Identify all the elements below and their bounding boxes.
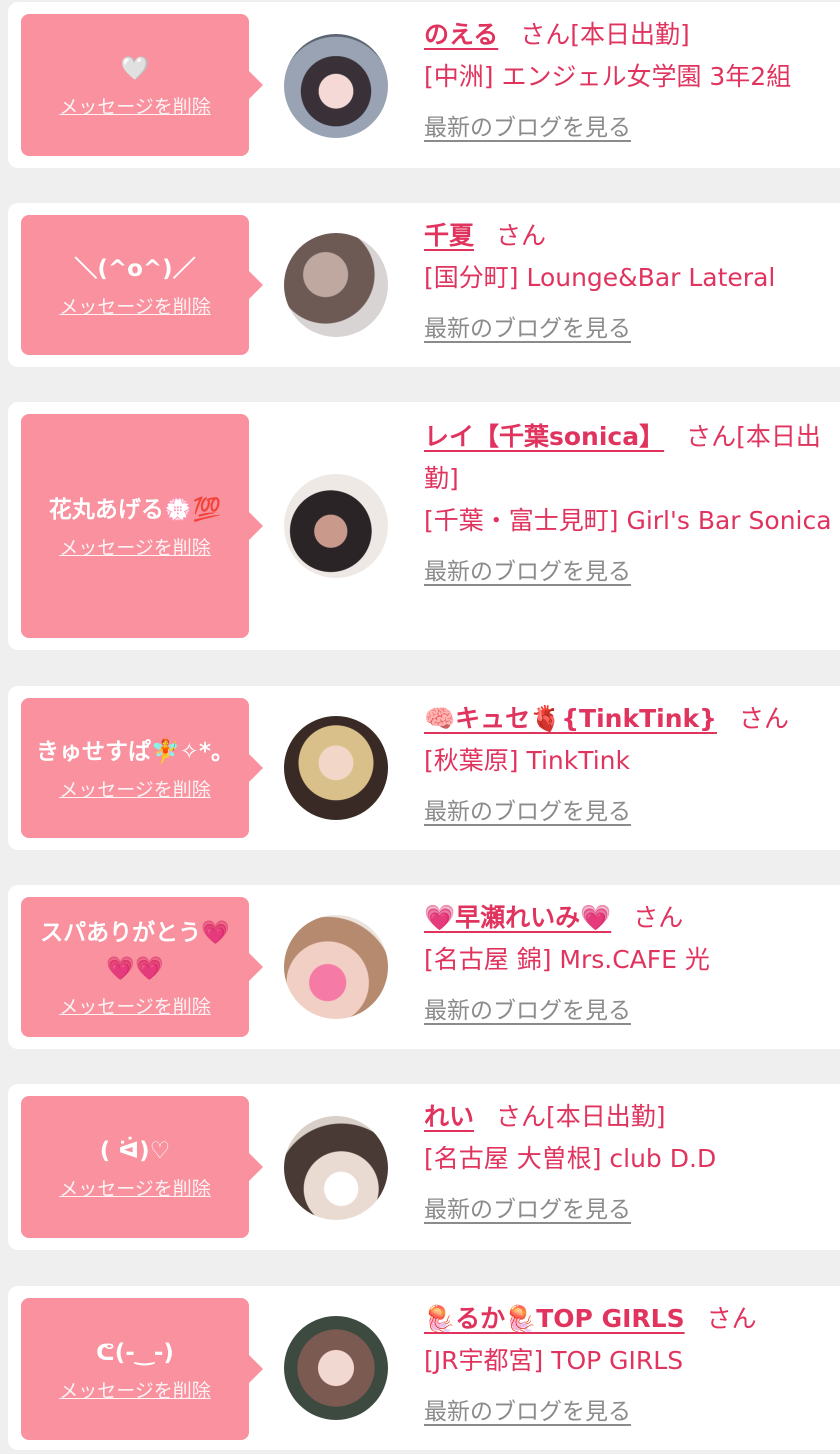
avatar[interactable] (284, 474, 388, 578)
list-item: 🤍 メッセージを削除 のえる さん[本日出勤] [中洲] エンジェル女学園 3年2… (8, 2, 840, 168)
shop-name: [秋葉原] TinkTink (424, 746, 630, 775)
avatar[interactable] (284, 1116, 388, 1220)
list-item: ＼(^o^)／ メッセージを削除 千夏 さん [国分町] Lounge&Bar L… (8, 203, 840, 367)
delete-message-link[interactable]: メッセージを削除 (59, 295, 211, 319)
list-item: きゅせすぱ🧚✧*。 メッセージを削除 🧠キュセ🫀{TinkTink} さん [秋葉… (8, 686, 840, 850)
girl-name-link[interactable]: レイ【千葉sonica】 (424, 422, 664, 451)
list-item: ᕦ(-‿-) メッセージを削除 🪼るか🪼TOP GIRLS さん [JR宇都宮] … (8, 1286, 840, 1450)
shop-name: [国分町] Lounge&Bar Lateral (424, 263, 776, 292)
honorific-status: さん (706, 1304, 757, 1333)
honorific-status: さん (633, 903, 684, 932)
avatar[interactable] (284, 1316, 388, 1420)
delete-message-link[interactable]: メッセージを削除 (59, 95, 211, 119)
girl-name-link[interactable]: 💗早瀬れいみ💗 (424, 903, 611, 932)
shop-name: [名古屋 錦] Mrs.CAFE 光 (424, 945, 710, 974)
girl-name-link[interactable]: のえる (424, 20, 498, 49)
girl-name-link[interactable]: 🧠キュセ🫀{TinkTink} (424, 704, 717, 733)
delete-message-link[interactable]: メッセージを削除 (59, 536, 211, 560)
honorific-status: さん (496, 221, 547, 250)
message-text: きゅせすぱ🧚✧*。 (36, 739, 234, 765)
honorific-status: さん[本日出勤] (496, 1102, 666, 1131)
latest-blog-link[interactable]: 最新のブログを見る (424, 108, 631, 142)
girl-name-link[interactable]: 千夏 (424, 221, 474, 250)
message-list: 🤍 メッセージを削除 のえる さん[本日出勤] [中洲] エンジェル女学園 3年2… (0, 0, 840, 1454)
shop-name: [名古屋 大曽根] club D.D (424, 1144, 717, 1173)
message-bubble: スパありがとう💗💗💗 メッセージを削除 (21, 897, 263, 1037)
message-text: 🤍 (120, 56, 150, 82)
latest-blog-link[interactable]: 最新のブログを見る (424, 1392, 631, 1426)
shop-name: [中洲] エンジェル女学園 3年2組 (424, 62, 792, 91)
message-text: 花丸あげる💮💯 (48, 497, 222, 523)
message-bubble: 🤍 メッセージを削除 (21, 14, 263, 156)
delete-message-link[interactable]: メッセージを削除 (59, 778, 211, 802)
list-item: 花丸あげる💮💯 メッセージを削除 レイ【千葉sonica】 さん[本日出勤] [千… (8, 402, 840, 650)
latest-blog-link[interactable]: 最新のブログを見る (424, 552, 631, 586)
latest-blog-link[interactable]: 最新のブログを見る (424, 991, 631, 1025)
latest-blog-link[interactable]: 最新のブログを見る (424, 309, 631, 343)
shop-name: [JR宇都宮] TOP GIRLS (424, 1346, 684, 1375)
message-bubble: ( ᐛ)♡ メッセージを削除 (21, 1096, 263, 1238)
message-text: スパありがとう💗💗💗 (40, 920, 230, 982)
delete-message-link[interactable]: メッセージを削除 (59, 995, 211, 1019)
message-bubble: ᕦ(-‿-) メッセージを削除 (21, 1298, 263, 1440)
girl-name-link[interactable]: 🪼るか🪼TOP GIRLS (424, 1304, 685, 1333)
list-item: スパありがとう💗💗💗 メッセージを削除 💗早瀬れいみ💗 さん [名古屋 錦] Mr… (8, 885, 840, 1049)
shop-name: [千葉・富士見町] Girl's Bar Sonica (424, 506, 832, 535)
list-item: ( ᐛ)♡ メッセージを削除 れい さん[本日出勤] [名古屋 大曽根] club… (8, 1084, 840, 1250)
delete-message-link[interactable]: メッセージを削除 (59, 1177, 211, 1201)
avatar[interactable] (284, 915, 388, 1019)
latest-blog-link[interactable]: 最新のブログを見る (424, 1190, 631, 1224)
delete-message-link[interactable]: メッセージを削除 (59, 1379, 211, 1403)
girl-name-link[interactable]: れい (424, 1102, 474, 1131)
message-text: ᕦ(-‿-) (96, 1340, 174, 1366)
message-bubble: 花丸あげる💮💯 メッセージを削除 (21, 414, 263, 638)
latest-blog-link[interactable]: 最新のブログを見る (424, 792, 631, 826)
message-text: ( ᐛ)♡ (99, 1138, 171, 1164)
avatar[interactable] (284, 233, 388, 337)
avatar[interactable] (284, 716, 388, 820)
message-bubble: きゅせすぱ🧚✧*。 メッセージを削除 (21, 698, 263, 838)
message-bubble: ＼(^o^)／ メッセージを削除 (21, 215, 263, 355)
message-text: ＼(^o^)／ (74, 256, 196, 282)
avatar[interactable] (284, 34, 388, 138)
honorific-status: さん[本日出勤] (520, 20, 690, 49)
honorific-status: さん (738, 704, 789, 733)
